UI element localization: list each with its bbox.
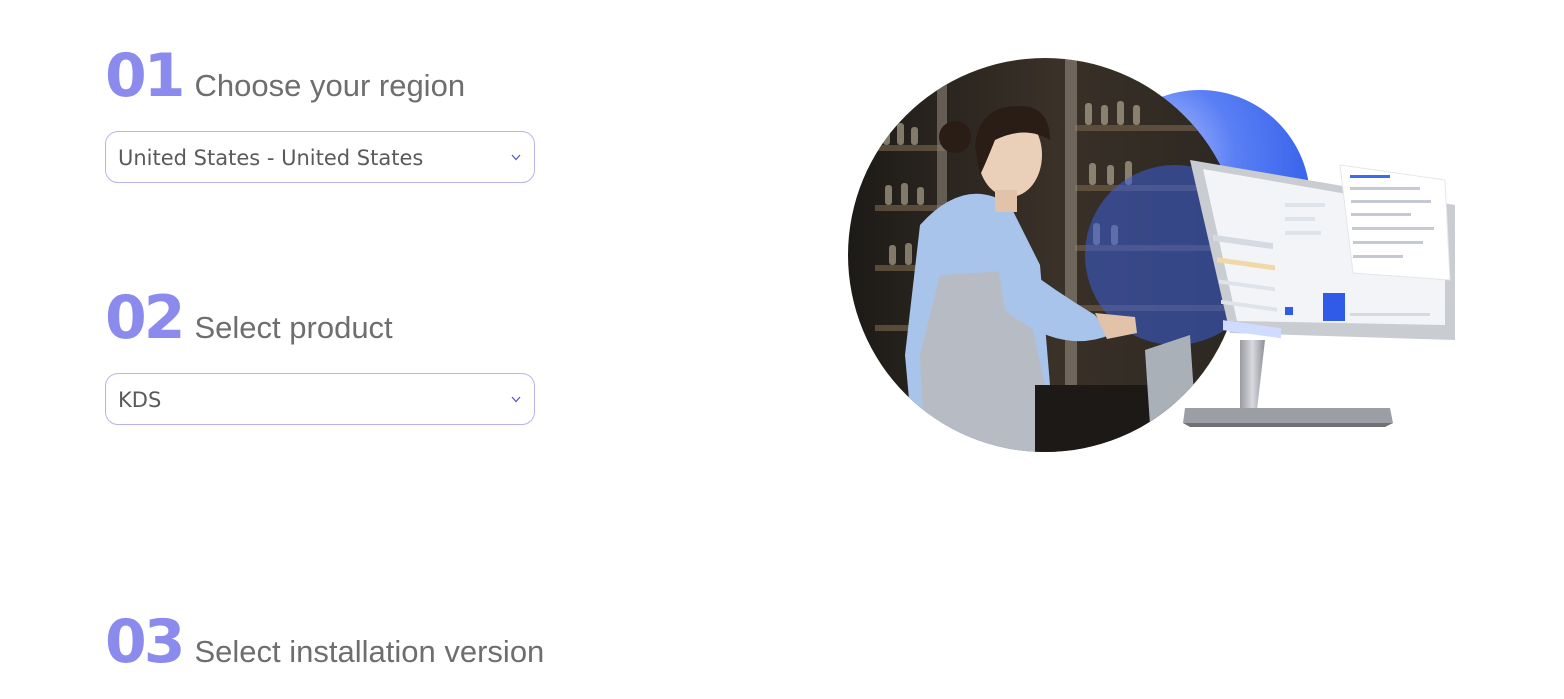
chevron-down-icon xyxy=(511,154,521,161)
step-2-number: 02 xyxy=(105,283,185,353)
receipt-card xyxy=(1339,164,1451,281)
step-3-number: 03 xyxy=(105,607,185,677)
pos-terminal xyxy=(1183,160,1455,427)
step-2-heading: 02 Select product xyxy=(105,288,393,348)
region-select-value: United States - United States xyxy=(118,146,424,170)
product-select[interactable]: KDS xyxy=(105,373,535,425)
chevron-down-icon xyxy=(511,396,521,403)
step-1-title: Choose your region xyxy=(194,68,466,103)
step-3-title: Select installation version xyxy=(194,634,545,669)
step-2-title: Select product xyxy=(194,310,393,345)
product-select-value: KDS xyxy=(118,388,162,412)
step-3-heading: 03 Select installation version xyxy=(105,612,544,672)
step-1-number: 01 xyxy=(105,41,185,111)
region-select[interactable]: United States - United States xyxy=(105,131,535,183)
step-1-heading: 01 Choose your region xyxy=(105,46,465,106)
installation-page: 01 Choose your region United States - Un… xyxy=(0,0,1564,699)
hero-illustration xyxy=(848,58,1455,452)
